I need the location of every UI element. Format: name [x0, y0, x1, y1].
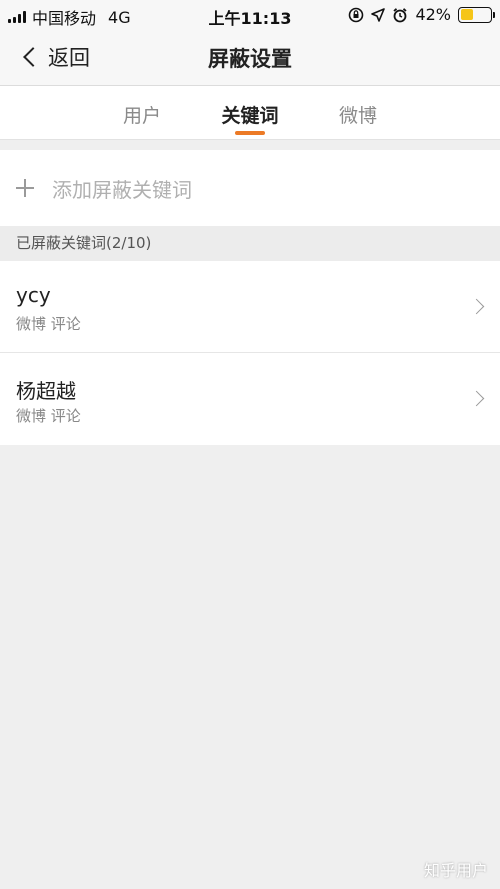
- chevron-right-icon: [468, 298, 485, 315]
- blocked-keywords-header: 已屏蔽关键词(2/10): [0, 226, 500, 261]
- keyword-scope: 微博 评论: [16, 315, 81, 333]
- add-keyword-button[interactable]: 添加屏蔽关键词: [0, 150, 500, 226]
- status-bar: 中国移动 4G 上午11:13 42%: [0, 0, 500, 30]
- keyword-list: ycy 微博 评论 杨超越 微博 评论: [0, 261, 500, 445]
- page-title: 屏蔽设置: [208, 47, 292, 71]
- battery-fill: [460, 9, 473, 20]
- tab-keywords[interactable]: 关键词: [220, 86, 280, 139]
- battery-percent: 42%: [415, 5, 451, 24]
- keyword-text: 杨超越: [16, 379, 76, 403]
- add-keyword-label: 添加屏蔽关键词: [52, 177, 192, 202]
- tab-weibo[interactable]: 微博: [328, 86, 388, 139]
- keyword-text: ycy: [16, 283, 51, 307]
- plus-icon: [16, 179, 34, 197]
- rotation-lock-icon: [349, 7, 364, 22]
- watermark: 知乎用户: [423, 861, 488, 880]
- list-item[interactable]: ycy 微博 评论: [0, 261, 500, 353]
- list-item[interactable]: 杨超越 微博 评论: [0, 353, 500, 445]
- chevron-right-icon: [468, 390, 485, 407]
- keyword-scope: 微博 评论: [16, 407, 81, 425]
- tab-bar: 用户 关键词 微博: [0, 86, 500, 140]
- alarm-icon: [393, 7, 408, 22]
- battery-icon: [458, 6, 495, 23]
- status-right: 42%: [348, 5, 495, 24]
- nav-bar: 返回 屏蔽设置: [0, 30, 500, 86]
- tab-users[interactable]: 用户: [112, 86, 172, 139]
- location-icon: [371, 7, 386, 22]
